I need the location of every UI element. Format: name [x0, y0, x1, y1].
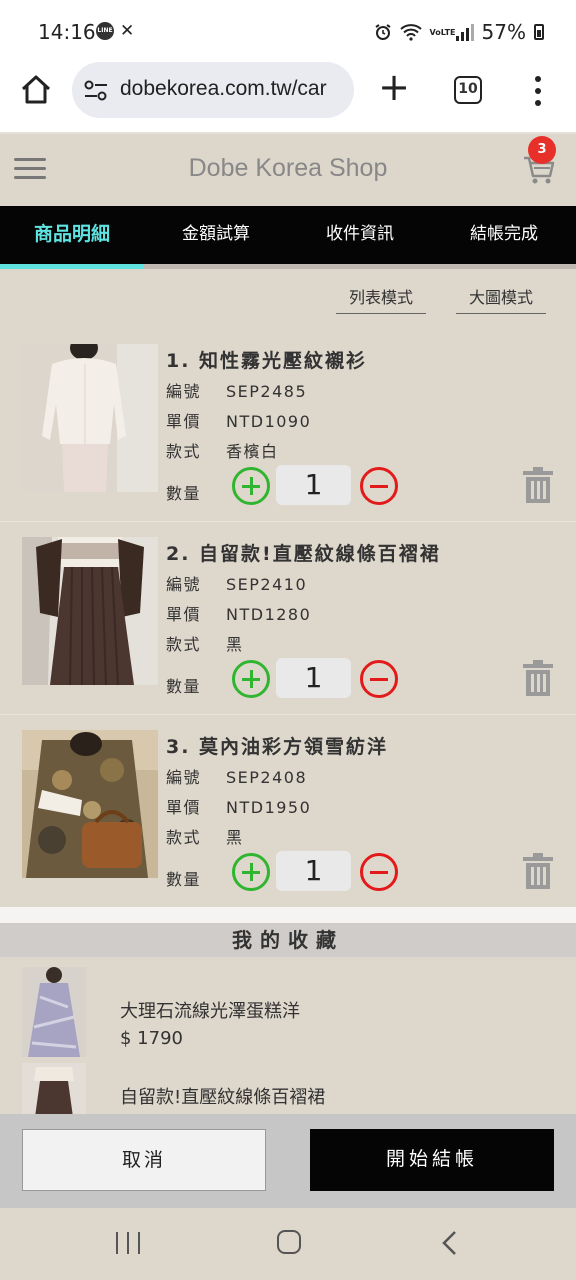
style-label: 款式: [166, 635, 202, 654]
more-icon[interactable]: [530, 74, 546, 108]
battery-percent: 57%: [481, 20, 526, 44]
favorite-item[interactable]: 自留款!直壓紋線條百褶裙: [0, 1063, 576, 1114]
product-image[interactable]: [22, 730, 158, 878]
home-nav-icon[interactable]: [277, 1230, 301, 1254]
increase-quantity-icon[interactable]: [232, 467, 270, 505]
status-bar: 14:16 LINE ✕ VoLTE 57%: [0, 0, 576, 62]
style-label: 款式: [166, 828, 202, 847]
wifi-icon: [399, 24, 422, 41]
quantity-value[interactable]: 1: [276, 658, 351, 698]
step-shipping-info[interactable]: 收件資訊: [288, 206, 432, 264]
decrease-quantity-icon[interactable]: [360, 467, 398, 505]
code-label: 編號: [166, 382, 202, 401]
product-title[interactable]: 2. 自留款!直壓紋線條百褶裙: [166, 539, 441, 566]
code-label: 編號: [166, 575, 202, 594]
quantity-label: 數量: [166, 484, 202, 503]
favorite-name[interactable]: 自留款!直壓紋線條百褶裙: [120, 1083, 325, 1109]
shop-title[interactable]: Dobe Korea Shop: [0, 154, 576, 183]
product-code-row: 編號 SEP2408: [166, 764, 307, 788]
trash-icon[interactable]: [522, 852, 554, 890]
product-code: SEP2408: [226, 768, 308, 787]
battery-icon: [534, 24, 544, 40]
recent-apps-icon[interactable]: [116, 1232, 140, 1254]
favorite-name[interactable]: 大理石流線光澤蛋糕洋: [120, 997, 300, 1023]
line-icon: LINE: [96, 22, 114, 40]
home-icon[interactable]: [18, 72, 54, 108]
trash-icon[interactable]: [522, 466, 554, 504]
trash-icon[interactable]: [522, 659, 554, 697]
product-style-row: 款式 黑: [166, 631, 244, 655]
alarm-icon: [374, 24, 391, 40]
quantity-label: 數量: [166, 677, 202, 696]
cancel-button[interactable]: 取消: [22, 1129, 266, 1191]
tabs-icon[interactable]: 10: [454, 76, 482, 104]
product-code: SEP2485: [226, 382, 308, 401]
product-style-row: 款式 黑: [166, 824, 244, 848]
favorite-image[interactable]: [22, 1063, 86, 1114]
favorite-item[interactable]: 大理石流線光澤蛋糕洋 $ 1790: [0, 967, 576, 1067]
product-style: 黑: [226, 635, 244, 654]
product-style-row: 款式 香檳白: [166, 438, 279, 462]
checkout-steps: 商品明細 金額試算 收件資訊 結帳完成: [0, 206, 576, 264]
price-label: 單價: [166, 605, 202, 624]
step-product-details[interactable]: 商品明細: [0, 206, 144, 264]
code-label: 編號: [166, 768, 202, 787]
product-code-row: 編號 SEP2485: [166, 378, 307, 402]
style-label: 款式: [166, 442, 202, 461]
cart-count-badge: 3: [528, 136, 556, 164]
price-label: 單價: [166, 412, 202, 431]
product-style: 黑: [226, 828, 244, 847]
status-notification-icons: LINE ✕: [96, 22, 134, 40]
start-checkout-button[interactable]: 開始結帳: [310, 1129, 554, 1191]
browser-toolbar: dobekorea.com.tw/car + 10: [0, 62, 576, 132]
product-code-row: 編號 SEP2410: [166, 571, 307, 595]
system-nav-bar: [0, 1208, 576, 1280]
decrease-quantity-icon[interactable]: [360, 660, 398, 698]
quantity-value[interactable]: 1: [276, 851, 351, 891]
product-code: SEP2410: [226, 575, 308, 594]
volte-icon: VoLTE: [429, 27, 456, 37]
status-system-icons: VoLTE 57%: [374, 20, 544, 44]
step-checkout-complete[interactable]: 結帳完成: [432, 206, 576, 264]
product-price: NTD1090: [226, 412, 312, 431]
cart-item: 2. 自留款!直壓紋線條百褶裙 編號 SEP2410 單價 NTD1280 款式黑 …: [0, 521, 576, 714]
signal-icon: [455, 23, 474, 41]
increase-quantity-icon[interactable]: [232, 660, 270, 698]
quantity-label: 數量: [166, 870, 202, 889]
tune-icon[interactable]: [84, 80, 108, 102]
product-price: NTD1280: [226, 605, 312, 624]
product-style: 香檳白: [226, 442, 279, 461]
favorites-list: 大理石流線光澤蛋糕洋 $ 1790 自留款!直壓紋線條百褶裙: [0, 957, 576, 1114]
product-image[interactable]: [22, 537, 158, 685]
favorite-price: $ 1790: [120, 1028, 183, 1049]
price-label: 單價: [166, 798, 202, 817]
plus-icon[interactable]: +: [378, 68, 410, 106]
product-price-row: 單價 NTD1090: [166, 408, 311, 432]
cart-item: 1. 知性霧光壓紋襯衫 編號 SEP2485 單價 NTD1090 款式 香檳白 數量…: [0, 328, 576, 521]
product-price-row: 單價 NTD1280: [166, 601, 311, 625]
product-price: NTD1950: [226, 798, 312, 817]
back-icon[interactable]: [440, 1230, 460, 1256]
favorite-image[interactable]: [22, 967, 86, 1057]
product-image[interactable]: [22, 344, 158, 492]
address-bar[interactable]: dobekorea.com.tw/car: [72, 62, 354, 118]
status-time: 14:16: [38, 20, 96, 44]
large-image-mode-button[interactable]: 大圖模式: [456, 284, 546, 314]
increase-quantity-icon[interactable]: [232, 853, 270, 891]
list-mode-button[interactable]: 列表模式: [336, 284, 426, 314]
product-price-row: 單價 NTD1950: [166, 794, 311, 818]
section-divider: [0, 907, 576, 923]
step-amount-estimate[interactable]: 金額試算: [144, 206, 288, 264]
url-text: dobekorea.com.tw/car: [120, 77, 327, 100]
x-icon: ✕: [120, 21, 135, 41]
step-progress-fill: [0, 264, 144, 269]
decrease-quantity-icon[interactable]: [360, 853, 398, 891]
quantity-value[interactable]: 1: [276, 465, 351, 505]
product-title[interactable]: 3. 莫內油彩方領雪紡洋: [166, 732, 388, 759]
cart-item: 3. 莫內油彩方領雪紡洋 編號 SEP2408 單價 NTD1950 款式黑 數量 …: [0, 714, 576, 907]
favorites-header: 我的收藏: [0, 923, 576, 957]
shop-header: Dobe Korea Shop: [0, 132, 576, 206]
product-title[interactable]: 1. 知性霧光壓紋襯衫: [166, 346, 367, 373]
checkout-action-bar: 取消 開始結帳: [0, 1114, 576, 1208]
